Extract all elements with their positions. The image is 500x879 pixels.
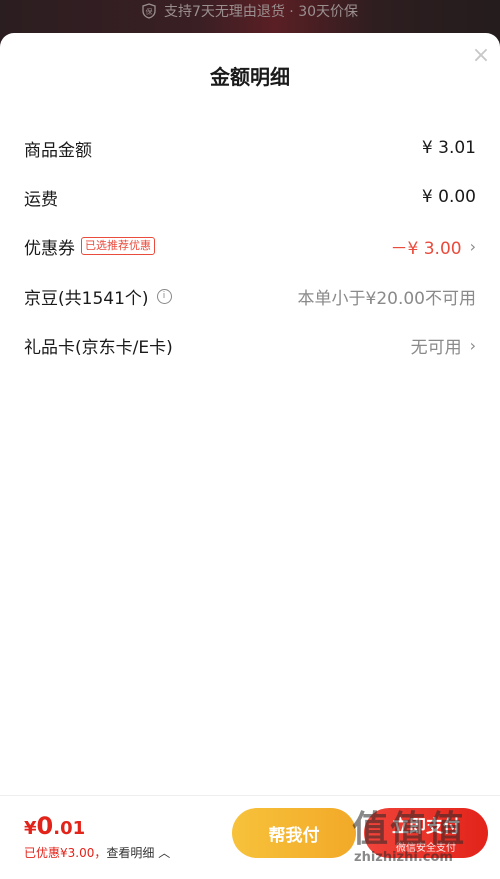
help-me-pay-button[interactable]: 帮我付 xyxy=(232,808,356,858)
view-detail-label: 查看明细 xyxy=(106,846,155,860)
coupon-discount-value: －¥ 3.00 xyxy=(390,238,462,259)
chevron-right-icon: › xyxy=(469,236,476,256)
price-decimal: .01 xyxy=(53,818,86,839)
amount-detail-sheet: × 金额明细 商品金额 ¥ 3.01 运费 ¥ 0.00 优惠券 已选推荐优惠 … xyxy=(0,33,500,879)
row-label: 礼品卡(京东卡/E卡) xyxy=(24,337,173,358)
saved-amount: 已优惠¥3.00， xyxy=(24,846,107,860)
guarantee-banner: 保 支持7天无理由退货 · 30天价保 xyxy=(0,0,500,22)
recommended-coupon-badge: 已选推荐优惠 xyxy=(81,237,155,255)
page-title: 金额明细 xyxy=(210,65,290,89)
price-currency: ¥ xyxy=(24,818,37,839)
pay-now-sublabel: 微信安全支付 xyxy=(396,843,456,854)
row-jingdou: 京豆(共1541个) i 本单小于¥20.00不可用 xyxy=(24,281,476,311)
checkout-bar: ¥0.01 已优惠¥3.00，查看明细 ︿ 帮我付 立即支付 微信安全支付 xyxy=(0,795,500,879)
row-value: ¥ 0.00 xyxy=(421,187,476,207)
row-label: 运费 xyxy=(24,189,58,210)
shield-icon: 保 xyxy=(142,3,156,19)
row-coupon[interactable]: 优惠券 已选推荐优惠 －¥ 3.00 › xyxy=(24,231,476,261)
row-value: 无可用 xyxy=(410,337,462,358)
info-icon[interactable]: i xyxy=(156,288,172,304)
svg-text:保: 保 xyxy=(145,7,152,16)
total-price: ¥0.01 xyxy=(24,812,85,840)
banner-text: 支持7天无理由退货 · 30天价保 xyxy=(163,4,359,20)
row-value: ¥ 3.01 xyxy=(421,138,476,158)
chevron-up-icon: ︿ xyxy=(158,846,171,860)
row-label: 京豆(共1541个) xyxy=(24,288,149,309)
row-gift-card[interactable]: 礼品卡(京东卡/E卡) 无可用 › xyxy=(24,330,476,360)
pay-now-button[interactable]: 立即支付 微信安全支付 xyxy=(364,808,488,858)
chevron-right-icon: › xyxy=(469,335,476,355)
row-shipping: 运费 ¥ 0.00 xyxy=(24,182,476,212)
view-detail-link[interactable]: 查看明细 ︿ xyxy=(106,846,170,860)
row-value: 本单小于¥20.00不可用 xyxy=(297,288,476,309)
row-goods-amount: 商品金额 ¥ 3.01 xyxy=(24,133,476,163)
row-label: 优惠券 xyxy=(24,238,75,259)
row-label: 商品金额 xyxy=(24,140,92,161)
saved-summary: 已优惠¥3.00，查看明细 ︿ xyxy=(24,844,170,861)
price-integer: 0 xyxy=(36,812,54,840)
pay-now-label: 立即支付 xyxy=(392,817,460,836)
